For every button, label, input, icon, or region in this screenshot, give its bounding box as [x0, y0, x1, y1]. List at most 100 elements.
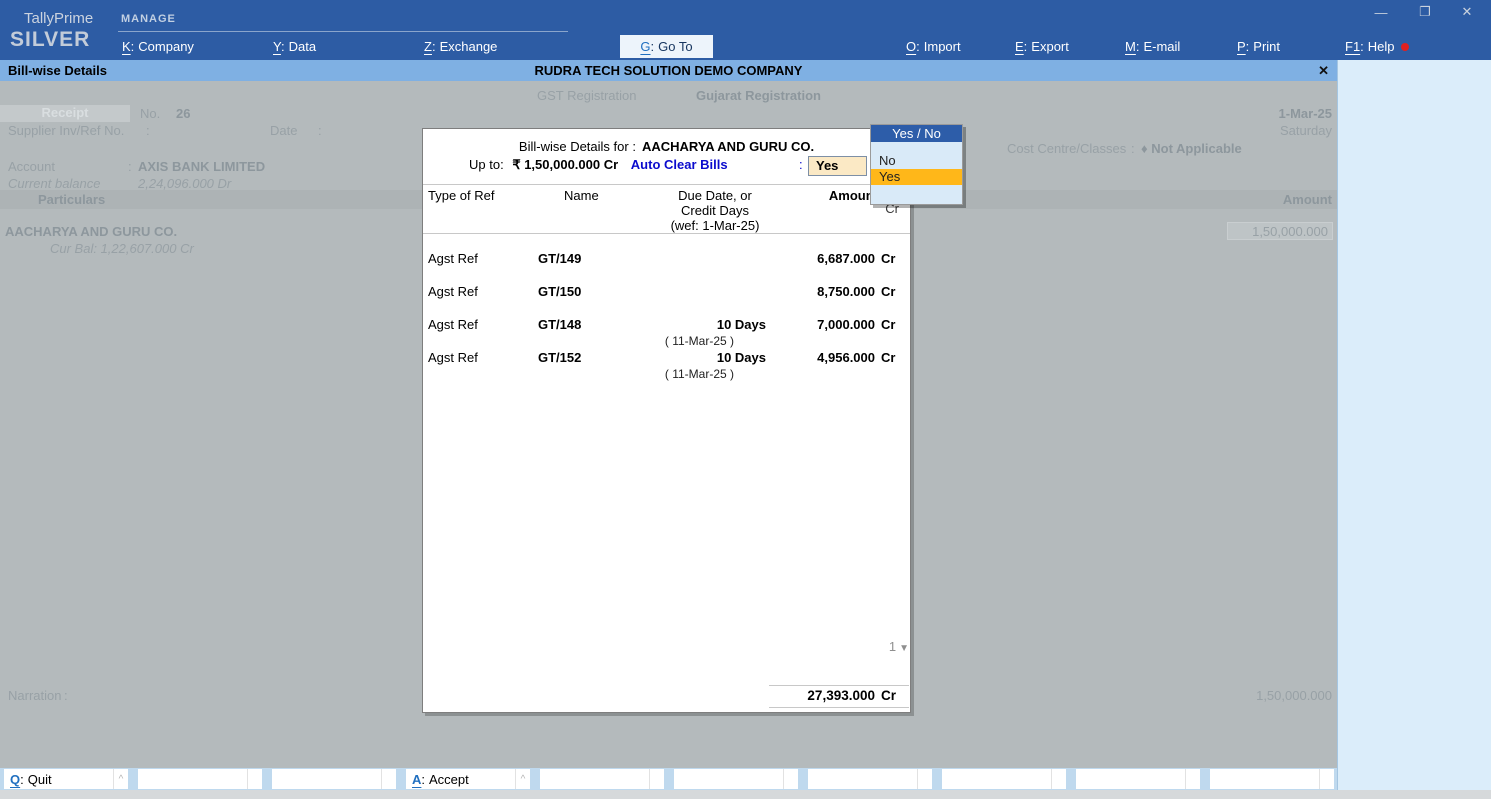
colon: : — [318, 123, 322, 138]
hotkey-button-empty[interactable] — [942, 769, 1066, 789]
close-screen-icon[interactable]: ✕ — [1318, 63, 1329, 79]
restore-window-icon[interactable]: ❐ — [1410, 4, 1440, 20]
menu-print[interactable]: P:Print — [1237, 39, 1280, 54]
expand-caret-icon[interactable] — [1185, 769, 1200, 789]
menu-go-to[interactable]: G:Go To — [620, 35, 713, 58]
row-type-of-ref: Agst Ref — [428, 251, 478, 266]
hotkey-button-quit[interactable]: Q: Quit ^ — [4, 769, 128, 789]
expand-caret-icon[interactable]: ^ — [515, 769, 530, 789]
menu-help[interactable]: F1:Help — [1345, 39, 1409, 54]
expand-caret-icon[interactable] — [649, 769, 664, 789]
date-label: Date — [270, 123, 297, 138]
colon: : — [1131, 141, 1135, 156]
account-value: AXIS BANK LIMITED — [138, 159, 265, 174]
party-current-balance: Cur Bal: 1,22,607.000 Cr — [50, 241, 194, 256]
yes-no-dropdown: Yes / No No Yes — [870, 124, 963, 205]
expand-caret-icon[interactable] — [247, 769, 262, 789]
voucher-date: 1-Mar-25 — [1232, 106, 1332, 121]
dropdown-spacer — [871, 142, 962, 153]
total-rule-bottom — [769, 707, 909, 708]
gst-registration-label: GST Registration — [537, 88, 636, 103]
close-window-icon[interactable]: ✕ — [1452, 4, 1482, 20]
dialog-total-crdr: Cr — [881, 688, 896, 703]
col-header-type: Type of Ref — [428, 188, 494, 203]
expand-caret-icon[interactable] — [1051, 769, 1066, 789]
auto-clear-bills-link[interactable]: Auto Clear Bills — [631, 157, 728, 172]
supplier-ref-label: Supplier Inv/Ref No. — [8, 123, 124, 138]
screen-title-bar: Bill-wise Details RUDRA TECH SOLUTION DE… — [0, 60, 1337, 81]
hotkey-button-empty[interactable] — [674, 769, 798, 789]
bill-row[interactable]: Agst RefGT/1508,750.000Cr — [423, 284, 912, 301]
colon: : — [64, 688, 68, 703]
hotkey-button-empty[interactable] — [138, 769, 262, 789]
amount-header: Amount — [1232, 192, 1332, 207]
row-amount: 6,687.000 — [720, 251, 875, 266]
menu-company[interactable]: K:Company — [122, 39, 194, 54]
menu-export[interactable]: E:Export — [1015, 39, 1069, 54]
hotkey-label: Quit — [28, 772, 52, 787]
row-type-of-ref: Agst Ref — [428, 317, 478, 332]
expand-caret-icon[interactable] — [783, 769, 798, 789]
row-amount: 8,750.000 — [720, 284, 875, 299]
dropdown-option-no[interactable]: No — [871, 153, 962, 169]
bill-row[interactable]: Agst Ref GT/149 6,687.000 Cr — [423, 251, 912, 268]
hotkey-button-empty[interactable] — [1210, 769, 1334, 789]
hotkey-button-empty[interactable] — [808, 769, 932, 789]
expand-caret-icon[interactable] — [1319, 769, 1334, 789]
company-name: RUDRA TECH SOLUTION DEMO COMPANY — [0, 63, 1337, 78]
row-crdr: Cr — [881, 251, 895, 266]
cost-centre-label: Cost Centre/Classes — [1007, 141, 1126, 156]
auto-clear-input[interactable]: Yes — [808, 156, 867, 176]
app-logo: TallyPrime — [24, 10, 93, 27]
dialog-separator — [423, 184, 910, 185]
gst-registration-value: Gujarat Registration — [696, 88, 821, 103]
row-bill-name: GT/150 — [538, 284, 581, 299]
manage-divider — [118, 31, 568, 32]
colon: : — [20, 772, 24, 787]
colon: : — [146, 123, 150, 138]
total-rule-top — [769, 685, 909, 686]
row-type-of-ref: Agst Ref — [428, 350, 478, 365]
hotkey-label: Accept — [429, 772, 469, 787]
menu-exchange[interactable]: Z:Exchange — [424, 39, 497, 54]
dropdown-option-yes[interactable]: Yes — [871, 169, 962, 185]
page-indicator[interactable]: 1▼ — [823, 639, 909, 654]
dialog-upto-row: Up to: ₹ 1,50,000.000 Cr Auto Clear Bill… — [469, 157, 728, 173]
hotkey-button-empty[interactable] — [540, 769, 664, 789]
current-balance-label: Current balance — [8, 176, 101, 191]
menu-email[interactable]: M:E-mail — [1125, 39, 1180, 54]
page-down-icon: ▼ — [899, 643, 909, 654]
current-balance-value: 2,24,096.000 Dr — [138, 176, 231, 191]
bill-row[interactable]: Agst RefGT/14810 Days7,000.000Cr — [423, 317, 912, 334]
dialog-total-amount: 27,393.000 — [720, 688, 875, 703]
manage-section-label: MANAGE — [121, 13, 176, 25]
party-ledger-name: AACHARYA AND GURU CO. — [5, 224, 177, 239]
upto-label: Up to: — [469, 157, 504, 172]
voucher-no-value: 26 — [176, 106, 190, 121]
bottom-hotkey-bar: Q: Quit ^ A: Accept ^ — [0, 768, 1337, 790]
expand-caret-icon[interactable] — [917, 769, 932, 789]
bill-row[interactable]: Agst RefGT/15210 Days4,956.000Cr — [423, 350, 912, 367]
help-notification-dot — [1401, 43, 1409, 51]
row-bill-name: GT/148 — [538, 317, 581, 332]
hotkey-letter: A — [412, 772, 421, 787]
upto-value: ₹ 1,50,000.000 Cr — [512, 157, 618, 172]
hotkey-button-accept[interactable]: A:Accept^ — [406, 769, 530, 789]
row-amount: 7,000.000 — [720, 317, 875, 332]
app-edition: SILVER — [10, 28, 90, 52]
row-amount: 4,956.000 — [720, 350, 875, 365]
hotkey-button-empty[interactable] — [272, 769, 396, 789]
row-crdr: Cr — [881, 284, 895, 299]
voucher-type-button[interactable]: Receipt — [0, 105, 130, 122]
hotkey-button-empty[interactable] — [1076, 769, 1200, 789]
menu-import[interactable]: O:Import — [906, 39, 961, 54]
hotkey-letter: Q — [10, 772, 20, 787]
row-bill-name: GT/149 — [538, 251, 581, 266]
menu-data[interactable]: Y:Data — [273, 39, 316, 54]
account-label: Account — [8, 159, 55, 174]
minimize-icon[interactable]: — — [1366, 4, 1396, 20]
expand-caret-icon[interactable] — [381, 769, 396, 789]
expand-caret-icon[interactable]: ^ — [113, 769, 128, 789]
bill-wise-details-dialog: Bill-wise Details for :AACHARYA AND GURU… — [422, 128, 911, 713]
row-bill-name: GT/152 — [538, 350, 581, 365]
